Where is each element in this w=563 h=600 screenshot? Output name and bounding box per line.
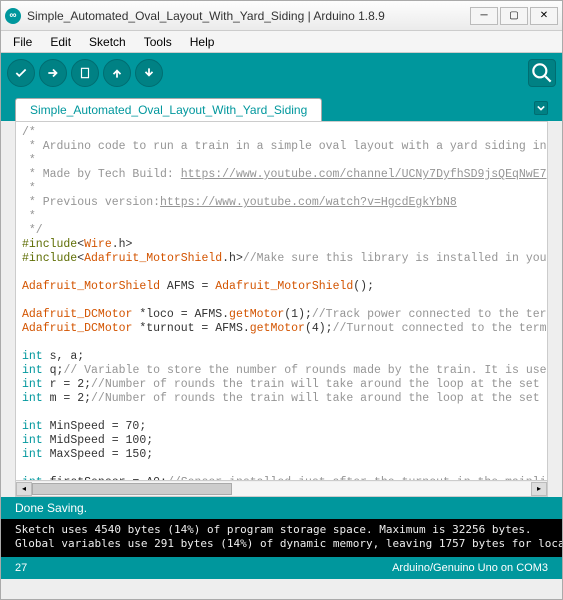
arrow-up-icon <box>110 66 124 80</box>
menu-help[interactable]: Help <box>182 33 223 51</box>
chevron-down-icon <box>537 104 545 112</box>
menu-sketch[interactable]: Sketch <box>81 33 134 51</box>
console-output[interactable]: Sketch uses 4540 bytes (14%) of program … <box>1 519 562 557</box>
magnifier-icon <box>529 60 555 86</box>
tab-menu-button[interactable] <box>534 101 548 115</box>
board-port-label: Arduino/Genuino Uno on COM3 <box>392 562 548 574</box>
new-button[interactable] <box>71 59 99 87</box>
tab-bar: Simple_Automated_Oval_Layout_With_Yard_S… <box>1 93 562 121</box>
editor-pane: /* * Arduino code to run a train in a si… <box>15 121 548 497</box>
horizontal-scrollbar[interactable]: ◂ ▸ <box>16 480 547 496</box>
code-editor[interactable]: /* * Arduino code to run a train in a si… <box>16 122 547 480</box>
scroll-left-button[interactable]: ◂ <box>16 482 32 496</box>
scroll-track[interactable] <box>32 482 531 496</box>
toolbar <box>1 53 562 93</box>
arrow-down-icon <box>142 66 156 80</box>
serial-monitor-button[interactable] <box>528 59 556 87</box>
menu-bar: File Edit Sketch Tools Help <box>1 31 562 53</box>
arduino-app-icon: ∞ <box>5 8 21 24</box>
scroll-right-button[interactable]: ▸ <box>531 482 547 496</box>
verify-button[interactable] <box>7 59 35 87</box>
arrow-right-icon <box>46 66 60 80</box>
line-number: 27 <box>15 562 27 574</box>
file-new-icon <box>78 66 92 80</box>
menu-tools[interactable]: Tools <box>136 33 180 51</box>
footer-bar: 27 Arduino/Genuino Uno on COM3 <box>1 557 562 579</box>
status-bar: Done Saving. <box>1 497 562 519</box>
window-controls: ─ ▢ ✕ <box>470 7 558 25</box>
maximize-button[interactable]: ▢ <box>500 7 528 25</box>
sketch-tab[interactable]: Simple_Automated_Oval_Layout_With_Yard_S… <box>15 98 322 121</box>
window-titlebar: ∞ Simple_Automated_Oval_Layout_With_Yard… <box>1 1 562 31</box>
menu-file[interactable]: File <box>5 33 40 51</box>
status-text: Done Saving. <box>15 501 87 515</box>
upload-button[interactable] <box>39 59 67 87</box>
close-button[interactable]: ✕ <box>530 7 558 25</box>
menu-edit[interactable]: Edit <box>42 33 79 51</box>
window-title: Simple_Automated_Oval_Layout_With_Yard_S… <box>27 9 470 23</box>
save-button[interactable] <box>135 59 163 87</box>
scroll-thumb[interactable] <box>32 483 232 495</box>
open-button[interactable] <box>103 59 131 87</box>
check-icon <box>14 66 28 80</box>
minimize-button[interactable]: ─ <box>470 7 498 25</box>
